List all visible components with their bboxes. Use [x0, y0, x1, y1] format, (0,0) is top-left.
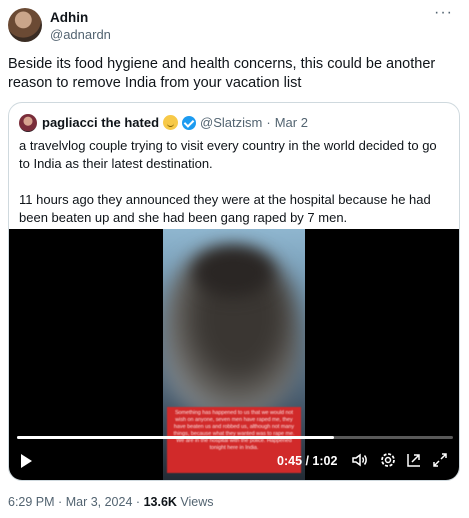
- blurred-hair: [193, 247, 273, 297]
- tweet-date[interactable]: Mar 3, 2024: [66, 495, 133, 509]
- video-frame: Something has happened to us that we wou…: [163, 229, 305, 480]
- meta-separator: ·: [58, 495, 63, 509]
- quote-header: pagliacci the hated @Slatzism · Mar 2: [42, 115, 308, 130]
- quote-paragraph: 11 hours ago they announced they were at…: [19, 192, 431, 225]
- quoted-tweet[interactable]: pagliacci the hated @Slatzism · Mar 2 a …: [8, 102, 460, 481]
- author-handle[interactable]: @adnardn: [50, 27, 111, 42]
- fullscreen-icon[interactable]: [431, 451, 449, 469]
- video-player[interactable]: Something has happened to us that we wou…: [9, 229, 459, 480]
- meta-separator: ·: [135, 495, 141, 509]
- smiley-emoji-icon: [163, 115, 179, 130]
- author-name[interactable]: Adhin: [50, 10, 88, 25]
- pip-icon[interactable]: [405, 451, 423, 469]
- author-avatar[interactable]: [8, 8, 42, 42]
- volume-icon[interactable]: [351, 451, 369, 469]
- tweet-time[interactable]: 6:29 PM: [8, 495, 55, 509]
- tweet-meta: 6:29 PM · Mar 3, 2024 · 13.6K Views: [8, 495, 214, 509]
- video-progress-bar[interactable]: [17, 436, 453, 439]
- quote-author-avatar[interactable]: [19, 114, 37, 132]
- video-time: 0:45 / 1:02: [277, 454, 338, 468]
- views-label: Views: [180, 495, 214, 509]
- verified-badge-icon: [182, 115, 197, 130]
- more-options-icon[interactable]: ···: [434, 4, 453, 22]
- quote-date[interactable]: Mar 2: [275, 115, 308, 130]
- play-icon[interactable]: [21, 454, 32, 468]
- views-count[interactable]: 13.6K: [144, 495, 177, 509]
- video-progress-fill: [17, 436, 334, 439]
- quote-paragraph: a travelvlog couple trying to visit ever…: [19, 138, 437, 171]
- settings-gear-icon[interactable]: [379, 451, 397, 469]
- quote-author-handle[interactable]: @Slatzism: [200, 115, 262, 130]
- quote-separator: ·: [266, 115, 271, 130]
- quote-author-name[interactable]: pagliacci the hated: [42, 115, 159, 130]
- quote-text: a travelvlog couple trying to visit ever…: [19, 137, 451, 227]
- tweet-text: Beside its food hygiene and health conce…: [8, 56, 436, 91]
